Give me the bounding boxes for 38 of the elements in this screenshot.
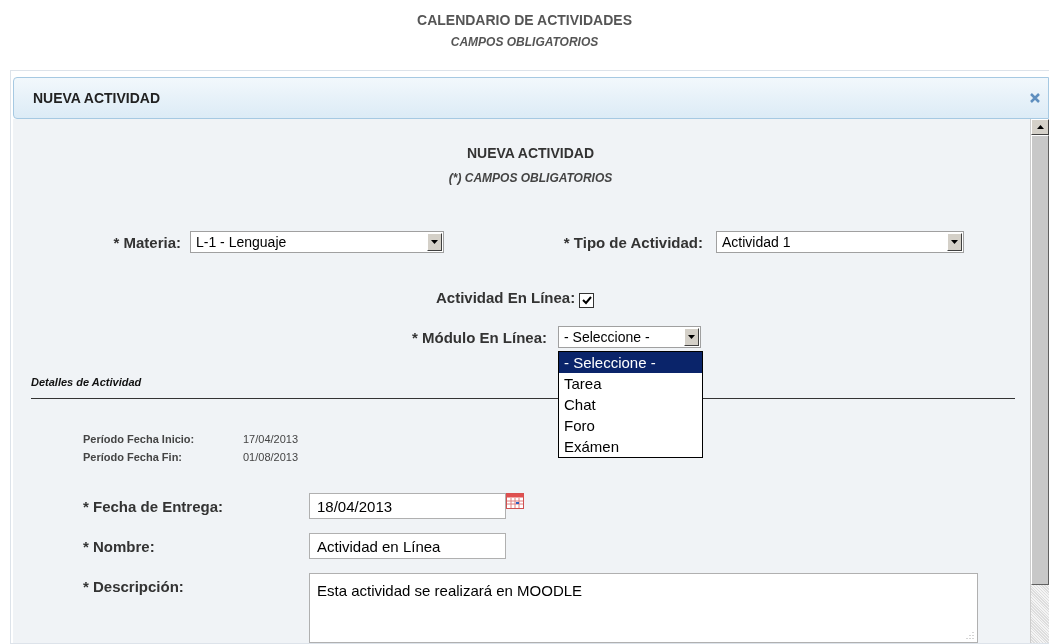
textarea-field[interactable]: Esta actividad se realizará en MOODLE bbox=[309, 573, 978, 643]
modulo-label: * Módulo En Línea: bbox=[412, 328, 547, 346]
page-subtitle: CAMPOS OBLIGATORIOS bbox=[450, 35, 599, 49]
down-arrow-icon bbox=[688, 335, 695, 339]
scroll-up-button[interactable] bbox=[1031, 119, 1049, 135]
section-title: Detalles de Actividad bbox=[31, 376, 142, 388]
online-checkbox[interactable] bbox=[579, 293, 595, 308]
scrollbar[interactable] bbox=[1030, 119, 1049, 643]
dropdown-arrow-button[interactable] bbox=[427, 233, 442, 251]
period-label: Período Fecha Inicio: bbox=[83, 433, 196, 445]
resize-grip-icon[interactable] bbox=[965, 630, 974, 639]
period-value: 01/08/2013 bbox=[243, 451, 299, 463]
up-arrow-icon bbox=[1036, 125, 1044, 129]
tipo-select[interactable]: Actividad 1 bbox=[716, 231, 964, 253]
dialog-title: NUEVA ACTIVIDAD bbox=[33, 90, 161, 106]
modulo-select[interactable]: - Seleccione - bbox=[558, 326, 701, 348]
close-icon[interactable] bbox=[1030, 93, 1040, 103]
materia-label: * Materia: bbox=[112, 233, 181, 251]
date-field[interactable]: 18/04/2013 bbox=[309, 493, 506, 519]
dropdown-arrow-button[interactable] bbox=[947, 233, 962, 251]
calendar-icon[interactable] bbox=[506, 493, 524, 509]
period-label: Período Fecha Fin: bbox=[83, 451, 183, 463]
field-label: * Descripción: bbox=[83, 577, 185, 595]
scrollbar-thumb[interactable] bbox=[1031, 135, 1049, 585]
form-subtitle: (*) CAMPOS OBLIGATORIOS bbox=[448, 171, 613, 185]
text-field[interactable]: Actividad en Línea bbox=[309, 533, 506, 559]
dropdown-arrow-button[interactable] bbox=[684, 328, 699, 346]
tipo-label: * Tipo de Actividad: bbox=[562, 233, 703, 251]
period-value: 17/04/2013 bbox=[243, 433, 299, 445]
down-arrow-icon bbox=[431, 240, 438, 244]
down-arrow-icon bbox=[951, 240, 958, 244]
page-title: CALENDARIO DE ACTIVIDADES bbox=[417, 12, 632, 28]
online-label: Actividad En Línea: bbox=[436, 289, 576, 306]
field-label: * Nombre: bbox=[83, 537, 156, 555]
dropdown-option[interactable]: - Seleccione - bbox=[559, 352, 702, 373]
field-label: * Fecha de Entrega: bbox=[83, 497, 225, 515]
materia-select[interactable]: L-1 - Lenguaje bbox=[190, 231, 444, 253]
form-title: NUEVA ACTIVIDAD bbox=[466, 145, 594, 161]
